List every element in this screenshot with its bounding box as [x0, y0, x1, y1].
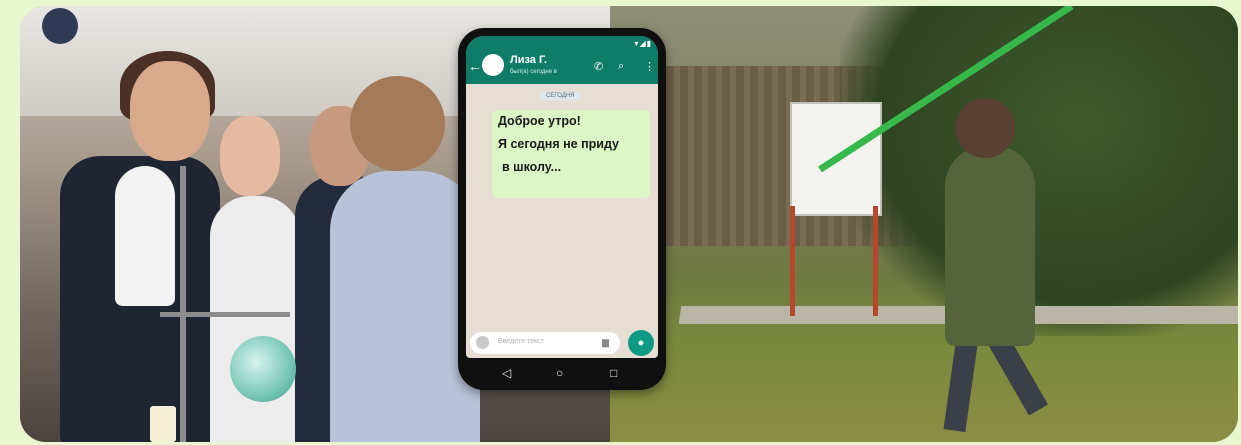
chat-header: ▾◢▮ ← Лиза Г. был(а) сегодня в ✆ ⌕ ⋮: [466, 36, 658, 84]
kebab-menu-icon[interactable]: ⋮: [644, 60, 655, 73]
contact-name[interactable]: Лиза Г.: [510, 54, 547, 66]
chat-screen: ▾◢▮ ← Лиза Г. был(а) сегодня в ✆ ⌕ ⋮ СЕГ…: [466, 36, 658, 358]
message-line: Доброе утро!: [498, 114, 581, 128]
lab-flask: [230, 336, 296, 402]
message-line: Я сегодня не приду: [498, 137, 620, 151]
walking-girl-jacket: [945, 146, 1035, 346]
smartphone: ▾◢▮ ← Лиза Г. был(а) сегодня в ✆ ⌕ ⋮ СЕГ…: [458, 28, 666, 390]
contact-status: был(а) сегодня в: [510, 69, 557, 75]
board-post-right: [873, 206, 878, 316]
walking-girl-head: [955, 98, 1015, 158]
nav-back-icon[interactable]: ◁: [502, 366, 511, 380]
lab-stand: [180, 166, 186, 442]
student-shirt: [115, 166, 175, 306]
ceiling-lamp: [42, 8, 78, 44]
message-input[interactable]: Введите текст ▆: [470, 332, 620, 354]
lab-stand-arm: [160, 312, 290, 317]
spruce-tree: [840, 6, 1238, 336]
status-bar-icons: ▾◢▮: [634, 39, 652, 48]
student-2: [210, 196, 300, 442]
microphone-icon[interactable]: ●: [628, 330, 654, 356]
student-2-face: [220, 116, 280, 196]
phone-icon[interactable]: ✆: [594, 60, 603, 73]
message-line: в школу...: [502, 160, 562, 174]
student-face: [130, 61, 210, 161]
attach-icon[interactable]: ▆: [602, 337, 609, 348]
date-label: СЕГОДНЯ: [540, 92, 581, 100]
board-post-left: [790, 206, 795, 316]
message-bubble[interactable]: Доброе утро! Я сегодня не приду в школу.…: [492, 110, 650, 198]
back-arrow-icon[interactable]: ←: [468, 58, 482, 74]
nav-recents-icon[interactable]: □: [610, 366, 617, 380]
attach-icon[interactable]: ⌕: [618, 60, 624, 73]
nav-home-icon[interactable]: ○: [556, 366, 563, 380]
student-4-head: [350, 76, 445, 171]
avatar[interactable]: [482, 54, 504, 76]
emoji-icon[interactable]: [476, 336, 489, 349]
android-nav-bar: ◁ ○ □: [458, 362, 666, 386]
bottle: [150, 406, 176, 442]
input-placeholder: Введите текст: [498, 338, 544, 345]
